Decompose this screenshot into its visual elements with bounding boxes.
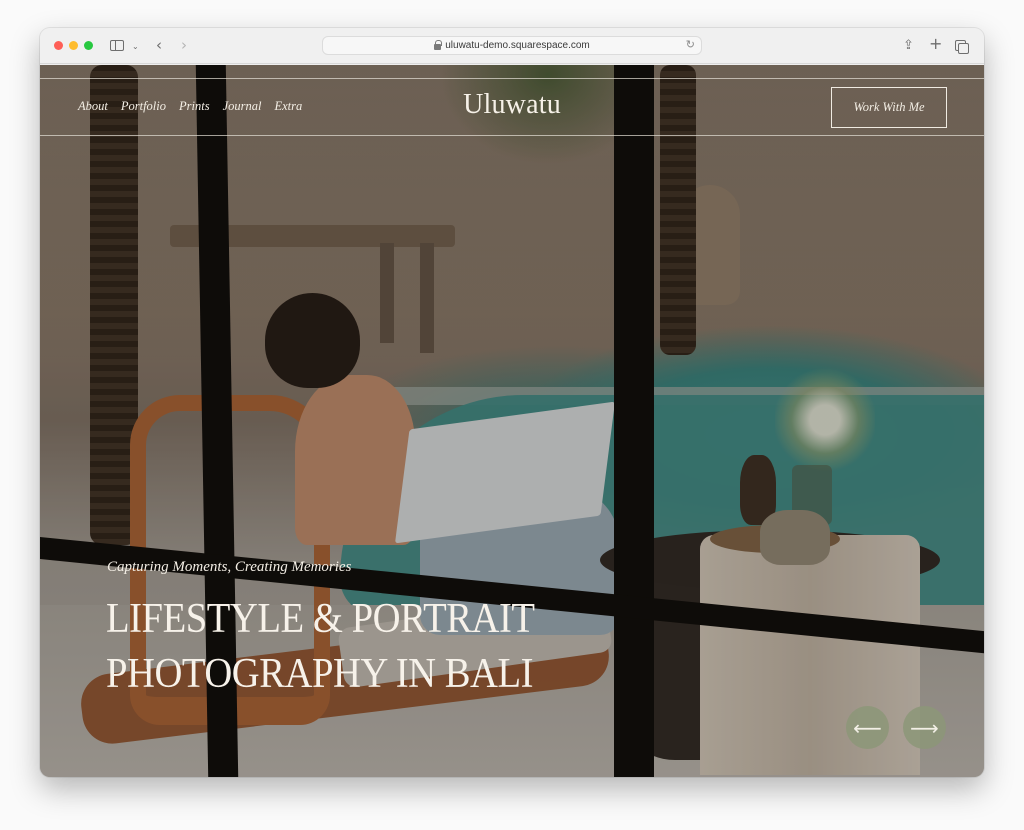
next-slide-button[interactable]: ⟶ [903,706,946,749]
forward-arrow-icon[interactable]: › [181,35,187,55]
previous-slide-button[interactable]: ⟵ [846,706,889,749]
site-header: About Portfolio Prints Journal Extra Ulu… [40,78,984,136]
close-window-button[interactable] [54,41,63,50]
reload-icon[interactable]: ↻ [686,38,695,51]
chevron-down-icon[interactable]: ⌄ [132,37,139,57]
work-with-me-button[interactable]: Work With Me [831,87,947,128]
plus-icon[interactable]: + [929,34,942,54]
browser-toolbar: ⌄ ‹ › uluwatu-demo.squarespace.com ↻ ⇪ + [40,28,984,64]
sidebar-icon[interactable] [110,40,124,51]
lock-icon [434,39,443,51]
window-controls [54,41,93,50]
url-text: uluwatu-demo.squarespace.com [445,40,590,51]
tabs-icon[interactable] [955,40,969,54]
share-icon[interactable]: ⇪ [903,36,914,56]
maximize-window-button[interactable] [84,41,93,50]
arrow-left-icon: ⟵ [853,715,882,740]
hero-headline-line1: LIFESTYLE & PORTRAIT [106,596,535,642]
hero-section: About Portfolio Prints Journal Extra Ulu… [40,65,984,777]
arrow-right-icon: ⟶ [910,715,939,740]
browser-window: ⌄ ‹ › uluwatu-demo.squarespace.com ↻ ⇪ + [40,28,984,777]
hero-headline-line2: PHOTOGRAPHY IN BALI [106,651,534,697]
hero-headline: LIFESTYLE & PORTRAIT PHOTOGRAPHY IN BALI [106,592,535,702]
back-arrow-icon[interactable]: ‹ [156,35,162,55]
minimize-window-button[interactable] [69,41,78,50]
address-bar[interactable]: uluwatu-demo.squarespace.com ↻ [322,36,702,55]
hero-tagline: Capturing Moments, Creating Memories [107,559,352,575]
